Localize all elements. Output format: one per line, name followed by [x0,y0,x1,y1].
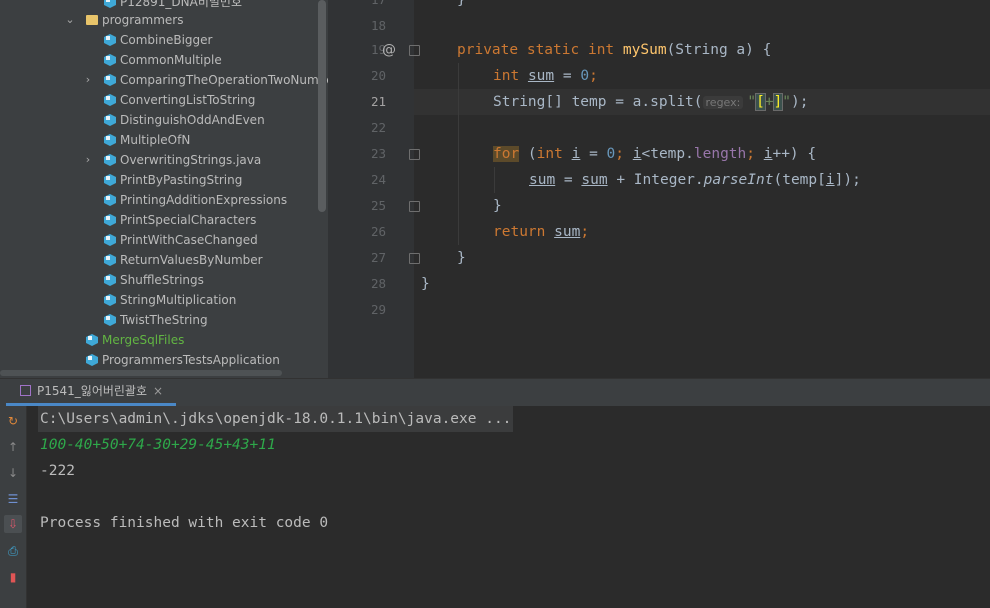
parameter-hint: regex: [702,96,744,109]
class-icon [104,154,116,166]
tree-item-distinguishoddandeven[interactable]: DistinguishOddAndEven [0,110,328,130]
line-number: 17 [328,0,386,13]
class-icon [104,214,116,226]
code-line-20: int sum = 0; [493,68,598,84]
tree-item-printbypastingstring[interactable]: PrintByPastingString [0,170,328,190]
line-number-active: 21 [370,94,386,109]
class-icon [104,34,116,46]
tree-item-mergesqlfiles[interactable]: MergeSqlFiles [0,330,328,350]
class-icon [104,254,116,266]
scroll-up-icon[interactable]: ↑ [4,438,22,456]
tree-item-returnvaluesbynumber[interactable]: ReturnValuesByNumber [0,250,328,270]
fold-marker-icon[interactable] [409,149,420,160]
tree-item-commonmultiple[interactable]: CommonMultiple [0,50,328,70]
code-line-23: for (int i = 0; i<temp.length; i++) { [493,146,817,162]
tree-item-combinebigger[interactable]: CombineBigger [0,30,328,50]
code-line-28: } [421,276,430,292]
tree-item-convertinglisttostring[interactable]: ConvertingListToString [0,90,328,110]
line-number: 20 [370,68,386,83]
code-line-21: String[] temp = a.split(regex: "[+]"); [493,93,809,111]
class-icon [104,174,116,186]
run-config-icon [20,385,31,396]
code-line-24: sum = sum + Integer.parseInt(temp[i]); [529,172,861,188]
line-number: 28 [370,276,386,291]
tree-item-printingadditionexpressions[interactable]: PrintingAdditionExpressions [0,190,328,210]
fold-marker-icon[interactable] [409,201,420,212]
code-line-19: private static int mySum(String a) { [457,42,772,58]
class-icon [86,354,98,366]
class-icon [104,54,116,66]
folder-icon [86,15,98,25]
run-tab-label: P1541_잃어버린괄호 [37,384,148,398]
tree-item-multipleofn[interactable]: MultipleOfN [0,130,328,150]
class-icon [104,294,116,306]
console-exit-line: Process finished with exit code 0 [40,515,329,531]
soft-wrap-icon[interactable]: ☰ [4,490,22,508]
class-icon [104,274,116,286]
tree-vertical-scrollbar[interactable] [318,0,326,212]
fold-marker-icon[interactable] [409,45,420,56]
indent-guide [458,63,459,245]
console-output-line: -222 [40,463,75,479]
class-icon [104,74,116,86]
tree-item-comparingtheoperationtwonumbers[interactable]: › ComparingTheOperationTwoNumbers.java [0,70,328,90]
chevron-right-icon[interactable]: › [83,70,93,90]
tree-horizontal-scrollbar[interactable] [0,370,282,376]
line-number: 23 [370,146,386,161]
scroll-down-icon[interactable]: ↓ [4,464,22,482]
line-number: 29 [370,302,386,317]
console-command-line: C:\Users\admin\.jdks\openjdk-18.0.1.1\bi… [38,406,514,432]
class-icon [104,94,116,106]
code-line-25: } [493,198,502,214]
close-tab-icon[interactable]: × [153,384,163,398]
line-number: 22 [370,120,386,135]
console-input-line: 100-40+50+74-30+29-45+43+11 [40,437,276,453]
override-annotation-icon[interactable]: @ [382,37,396,63]
line-number: 26 [370,224,386,239]
tree-item-printspecialcharacters[interactable]: PrintSpecialCharacters [0,210,328,230]
tree-item-shufflestrings[interactable]: ShuffleStrings [0,270,328,290]
tree-item-twistthestring[interactable]: TwistTheString [0,310,328,330]
class-icon [104,314,116,326]
line-number: 19 [370,42,386,57]
line-number: 27 [370,250,386,265]
print-icon[interactable]: ⎙ [4,542,22,560]
trash-icon[interactable]: ▮ [4,568,22,586]
code-line-17: } [457,0,466,8]
run-toolbar: ↻ ↑ ↓ ☰ ⇩ ⎙ ▮ [0,406,27,608]
chevron-right-icon[interactable]: › [83,150,93,170]
class-icon [104,114,116,126]
code-line-27: } [457,250,466,266]
class-icon [104,0,116,8]
tree-item-printwithcasechanged[interactable]: PrintWithCaseChanged [0,230,328,250]
class-icon [86,334,98,346]
class-icon [104,134,116,146]
line-number: 25 [370,198,386,213]
fold-marker-icon[interactable] [409,253,420,264]
indent-guide [494,167,495,193]
code-line-26: return sum; [493,224,590,240]
chevron-down-icon[interactable]: ⌄ [65,10,75,30]
run-tab[interactable]: P1541_잃어버린괄호 × [8,378,169,405]
tree-item-programmers[interactable]: ⌄ programmers [0,10,328,30]
tree-item-overwritingstrings[interactable]: › OverwritingStrings.java [0,150,328,170]
tree-item-programmerstestsapplication[interactable]: ProgrammersTestsApplication [0,350,328,370]
class-icon [104,194,116,206]
project-tree: P12891_DNA비밀번호 ⌄ programmers CombineBigg… [0,0,328,378]
rerun-icon[interactable]: ↻ [4,412,22,430]
line-number: 24 [370,172,386,187]
scroll-to-end-icon[interactable]: ⇩ [4,515,22,533]
class-icon [104,234,116,246]
tree-item-stringmultiplication[interactable]: StringMultiplication [0,290,328,310]
line-number: 18 [370,18,386,33]
